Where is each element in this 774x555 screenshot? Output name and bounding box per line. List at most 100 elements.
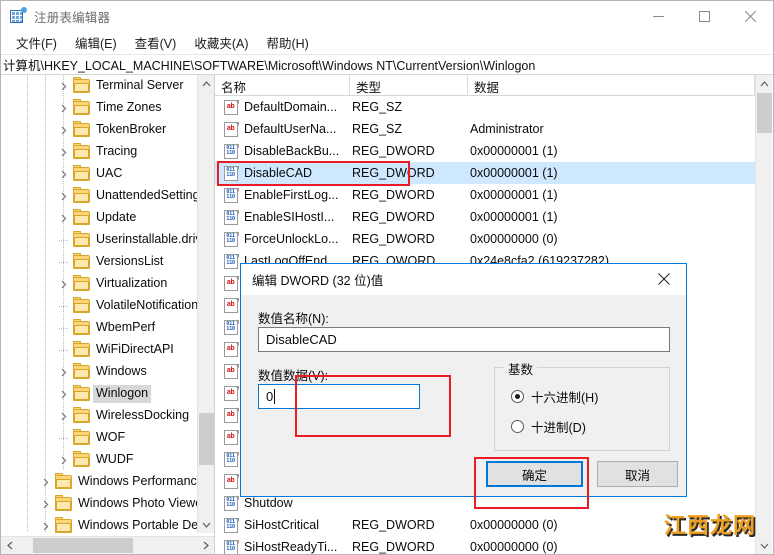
values-vertical-scrollbar[interactable] [755,75,772,554]
table-row[interactable]: ab DefaultDomain... REG_SZ [215,96,755,118]
tree-scroll-right-icon[interactable] [197,537,214,554]
registry-tree[interactable]: Terminal Server Time Zones TokenBroker Trac… [1,75,198,533]
chevron-right-icon[interactable] [57,119,71,141]
chevron-right-icon[interactable] [39,515,53,533]
radio-decimal-label: 十进制(D) [531,421,586,435]
tree-guide-line [45,405,46,427]
chevron-right-icon[interactable] [39,471,53,493]
chevron-right-icon[interactable] [57,141,71,163]
tree-horizontal-scrollbar[interactable] [1,536,214,554]
tree-item-label: WOF [96,430,126,444]
folder-icon [73,99,90,115]
tree-guide-line [27,295,28,317]
table-row[interactable]: 011 110 ForceUnlockLo... REG_DWORD 0x0000000… [215,228,755,250]
chevron-right-icon[interactable] [39,493,53,515]
tree-item-update[interactable]: Update [1,207,198,229]
values-scrollbar-thumb[interactable] [757,93,772,133]
tree-item-windows-portable-devices[interactable]: Windows Portable Devices [1,515,198,533]
tree-guide-dash [59,438,68,439]
table-row[interactable]: 011 110 EnableSIHostI... REG_DWORD 0x0000000… [215,206,755,228]
tree-item-volatilenotifications[interactable]: VolatileNotifications [1,295,198,317]
values-scroll-down-icon[interactable] [756,537,772,554]
tree-item-windows-photo-viewer[interactable]: Windows Photo Viewer [1,493,198,515]
tree-guide-line [27,119,28,141]
chevron-right-icon[interactable] [57,75,71,97]
menu-item-file[interactable]: 文件(F) [7,31,66,54]
tree-item-versionslist[interactable]: VersionsList [1,251,198,273]
tree-vertical-scrollbar[interactable] [197,75,214,533]
cell-data: 0x00000001 (1) [470,144,558,158]
tree-item-uac[interactable]: UAC [1,163,198,185]
column-header-type[interactable]: 类型 [350,75,468,96]
watermark: 江西龙网 [663,513,756,540]
tree-item-label: Virtualization [96,276,168,290]
column-header-name[interactable]: 名称 [215,75,350,96]
registry-editor-icon [10,7,27,24]
tree-guide-line [27,229,28,251]
tree-scrollbar-thumb[interactable] [199,413,214,465]
menu-item-view[interactable]: 查看(V) [126,31,186,54]
tree-item-wirelessdocking[interactable]: WirelessDocking [1,405,198,427]
tree-guide-line [27,471,28,493]
tree-item-wbemperf[interactable]: WbemPerf [1,317,198,339]
close-button[interactable] [727,1,773,31]
tree-item-label: Userinstallable.drivers [96,232,198,246]
tree-item-terminal-server[interactable]: Terminal Server [1,75,198,97]
dialog-close-icon[interactable] [642,264,686,294]
edit-dword-dialog: 编辑 DWORD (32 位)值 数值名称(N): DisableCAD 数值数… [240,263,687,497]
radix-group: 基数 十六进制(H) 十进制(D) [494,359,670,451]
radio-hexadecimal[interactable]: 十六进制(H) [511,387,598,406]
table-row[interactable]: 011 110 DisableCAD REG_DWORD 0x00000001 (1) [215,162,755,184]
tree-item-label: WUDF [96,452,134,466]
address-bar[interactable]: 计算机\HKEY_LOCAL_MACHINE\SOFTWARE\Microsof… [1,54,773,75]
radio-hexadecimal-label: 十六进制(H) [531,391,599,405]
value-name-input[interactable]: DisableCAD [258,327,670,352]
tree-scroll-left-icon[interactable] [1,537,19,554]
dialog-title: 编辑 DWORD (32 位)值 [252,274,384,288]
tree-guide-line [27,317,28,339]
chevron-right-icon[interactable] [57,449,71,471]
cell-type: REG_DWORD [352,166,435,180]
tree-item-tokenbroker[interactable]: TokenBroker [1,119,198,141]
values-scroll-up-icon[interactable] [756,75,772,92]
tree-item-userinstallable-drivers[interactable]: Userinstallable.drivers [1,229,198,251]
tree-item-wof[interactable]: WOF [1,427,198,449]
tree-hscrollbar-thumb[interactable] [33,538,133,553]
tree-item-winlogon[interactable]: Winlogon [1,383,198,405]
tree-item-wudf[interactable]: WUDF [1,449,198,471]
registry-path: 计算机\HKEY_LOCAL_MACHINE\SOFTWARE\Microsof… [3,59,536,73]
tree-item-tracing[interactable]: Tracing [1,141,198,163]
tree-item-virtualization[interactable]: Virtualization [1,273,198,295]
chevron-right-icon[interactable] [57,383,71,405]
chevron-right-icon[interactable] [57,405,71,427]
table-row[interactable]: ab DefaultUserNa... REG_SZ Administrator [215,118,755,140]
tree-item-wifidirectapi[interactable]: WiFiDirectAPI [1,339,198,361]
tree-item-windows-performance[interactable]: Windows Performance [1,471,198,493]
tree-item-windows[interactable]: Windows [1,361,198,383]
tree-scroll-up-icon[interactable] [198,75,214,92]
table-row[interactable]: 011 110 DisableBackBu... REG_DWORD 0x0000000… [215,140,755,162]
tree-item-time-zones[interactable]: Time Zones [1,97,198,119]
menu-item-edit[interactable]: 编辑(E) [66,31,126,54]
string-value-icon: ab [224,121,239,137]
menu-item-help[interactable]: 帮助(H) [257,31,317,54]
ok-button[interactable]: 确定 [486,461,583,487]
chevron-right-icon[interactable] [57,185,71,207]
menu-item-favorites[interactable]: 收藏夹(A) [185,31,257,54]
chevron-right-icon[interactable] [57,163,71,185]
chevron-right-icon[interactable] [57,361,71,383]
chevron-right-icon[interactable] [57,207,71,229]
tree-item-unattendedsettings[interactable]: UnattendedSettings [1,185,198,207]
radio-decimal[interactable]: 十进制(D) [511,417,586,436]
cancel-button[interactable]: 取消 [597,461,678,487]
table-row[interactable]: 011 110 EnableFirstLog... REG_DWORD 0x000000… [215,184,755,206]
tree-scroll-down-icon[interactable] [198,516,214,533]
minimize-button[interactable] [635,1,681,31]
maximize-button[interactable] [681,1,727,31]
chevron-right-icon[interactable] [57,273,71,295]
value-data-input[interactable]: 0 [258,384,420,409]
column-header-data[interactable]: 数据 [468,75,755,96]
tree-guide-line [27,449,28,471]
chevron-right-icon[interactable] [57,97,71,119]
tree-item-label: WiFiDirectAPI [96,342,174,356]
